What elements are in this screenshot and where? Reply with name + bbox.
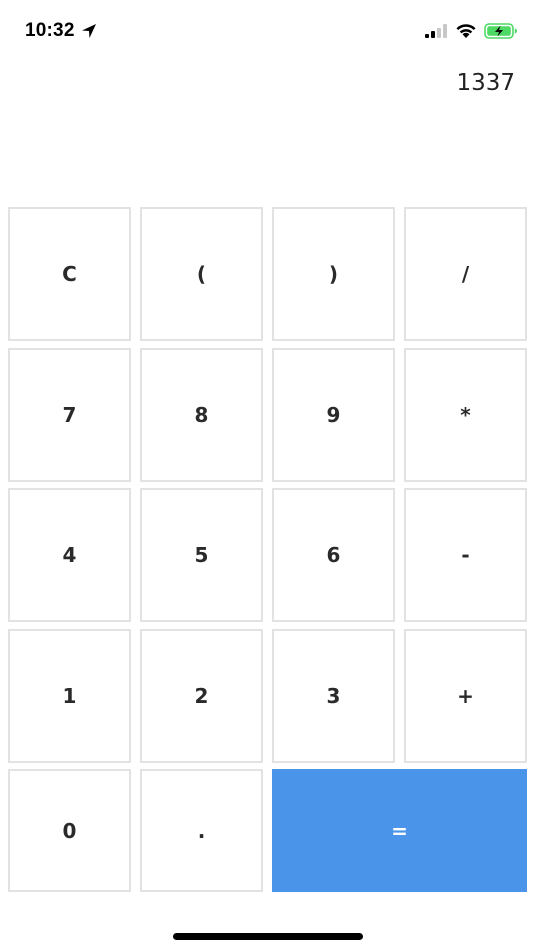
digit-1-button[interactable]: 1 (8, 628, 131, 763)
digit-8-button[interactable]: 8 (140, 347, 263, 482)
status-time: 10:32 (25, 20, 97, 42)
keypad: C ( ) / 7 8 9 * 4 5 6 - 1 2 3 + 0 . = (8, 207, 527, 894)
digit-5-button[interactable]: 5 (140, 488, 263, 622)
equals-button[interactable]: = (272, 769, 527, 892)
digit-6-button[interactable]: 6 (272, 488, 395, 622)
subtract-button[interactable]: - (404, 488, 527, 622)
digit-0-button[interactable]: 0 (8, 769, 131, 892)
divide-button[interactable]: / (404, 207, 527, 341)
digit-4-button[interactable]: 4 (8, 488, 131, 622)
home-indicator[interactable] (173, 933, 363, 940)
status-icons (424, 22, 518, 40)
digit-3-button[interactable]: 3 (272, 628, 395, 763)
status-bar: 10:32 (0, 0, 534, 60)
digit-2-button[interactable]: 2 (140, 628, 263, 763)
digit-9-button[interactable]: 9 (272, 347, 395, 482)
battery-charging-icon (484, 23, 517, 39)
add-button[interactable]: + (404, 628, 527, 763)
multiply-button[interactable]: * (404, 347, 527, 482)
calculator-display: 1337 (456, 70, 515, 96)
location-arrow-icon (81, 24, 96, 38)
digit-7-button[interactable]: 7 (8, 347, 131, 482)
cellular-signal-icon (425, 24, 447, 38)
decimal-point-button[interactable]: . (140, 769, 263, 892)
wifi-icon (456, 24, 476, 38)
clear-button[interactable]: C (8, 207, 131, 341)
close-paren-button[interactable]: ) (272, 207, 395, 341)
open-paren-button[interactable]: ( (140, 207, 263, 341)
clock-text: 10:32 (25, 20, 75, 41)
